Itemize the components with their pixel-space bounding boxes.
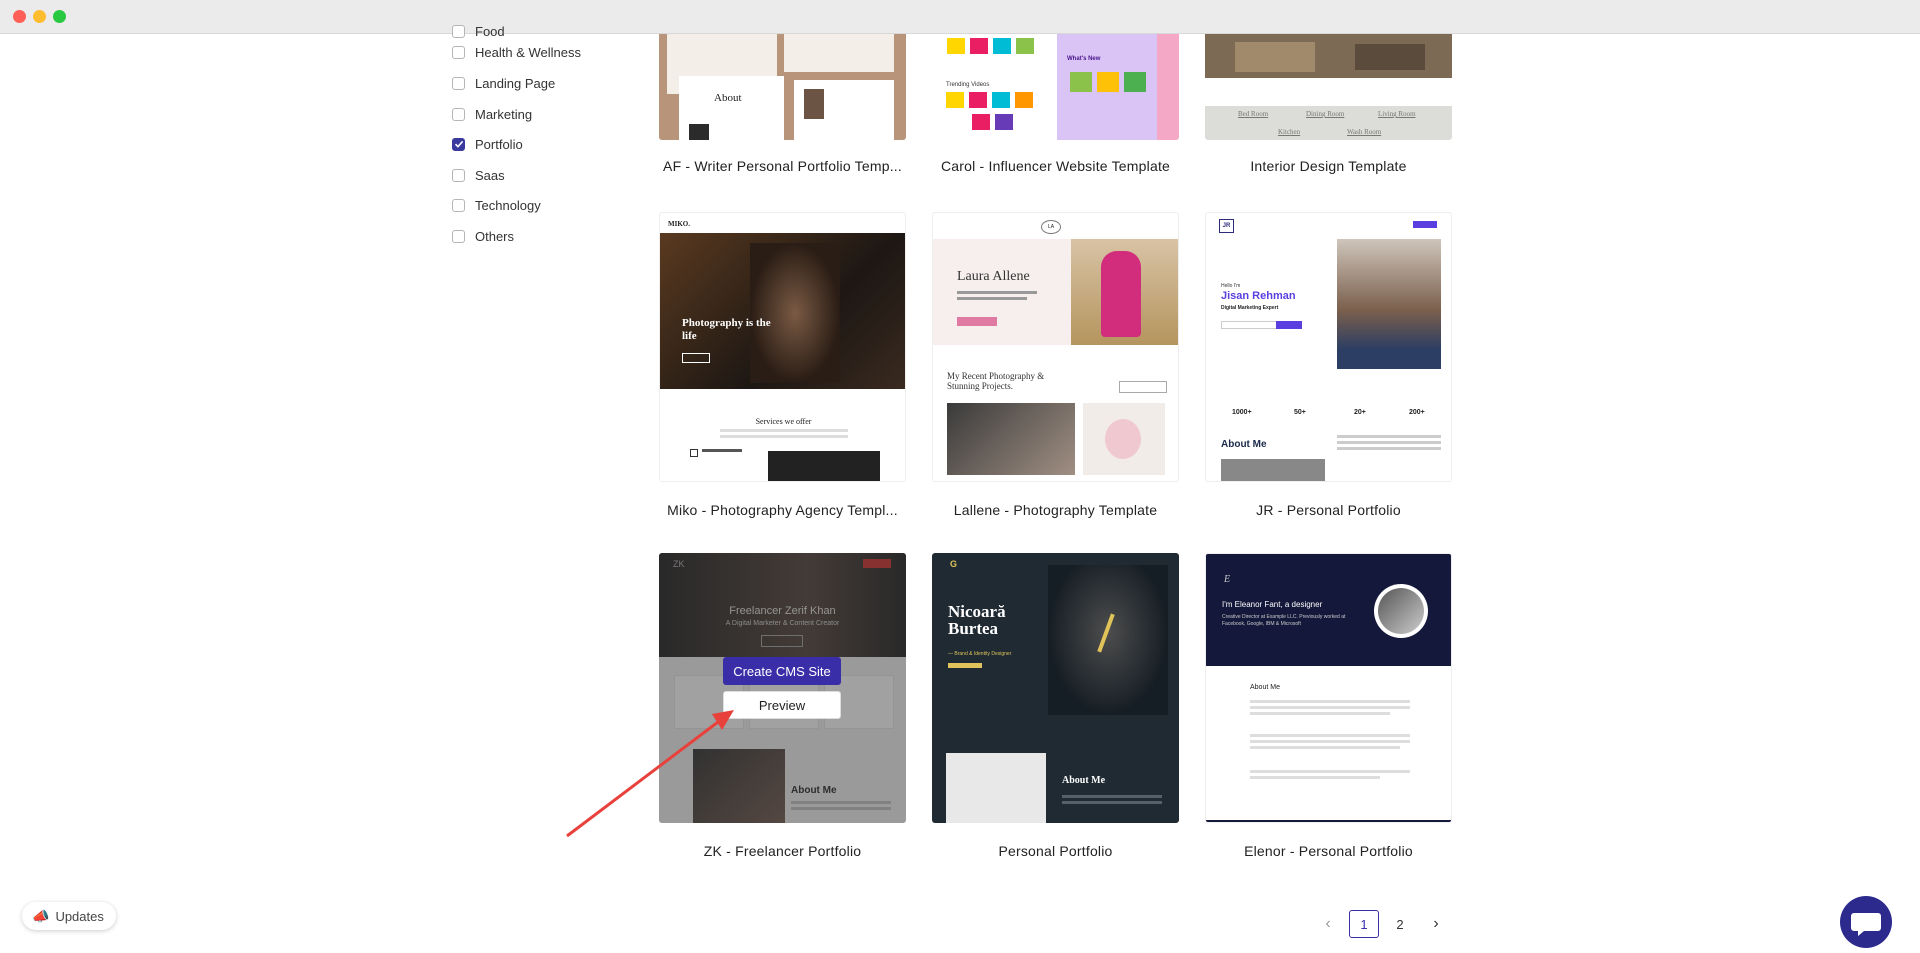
- annotation-arrow-icon: [566, 710, 734, 838]
- next-page-chevron-icon[interactable]: ›: [1421, 910, 1451, 938]
- chat-widget-button[interactable]: [1840, 896, 1892, 948]
- updates-button[interactable]: 📣 Updates: [22, 902, 116, 930]
- megaphone-icon: 📣: [32, 907, 50, 924]
- page-1-button[interactable]: 1: [1349, 910, 1379, 938]
- page-2-button[interactable]: 2: [1385, 910, 1415, 938]
- updates-label: Updates: [55, 908, 104, 924]
- prev-page-chevron-icon[interactable]: ‹: [1313, 910, 1343, 938]
- chat-bubble-icon: [1851, 913, 1881, 936]
- pagination: ‹ 1 2 ›: [1313, 910, 1457, 938]
